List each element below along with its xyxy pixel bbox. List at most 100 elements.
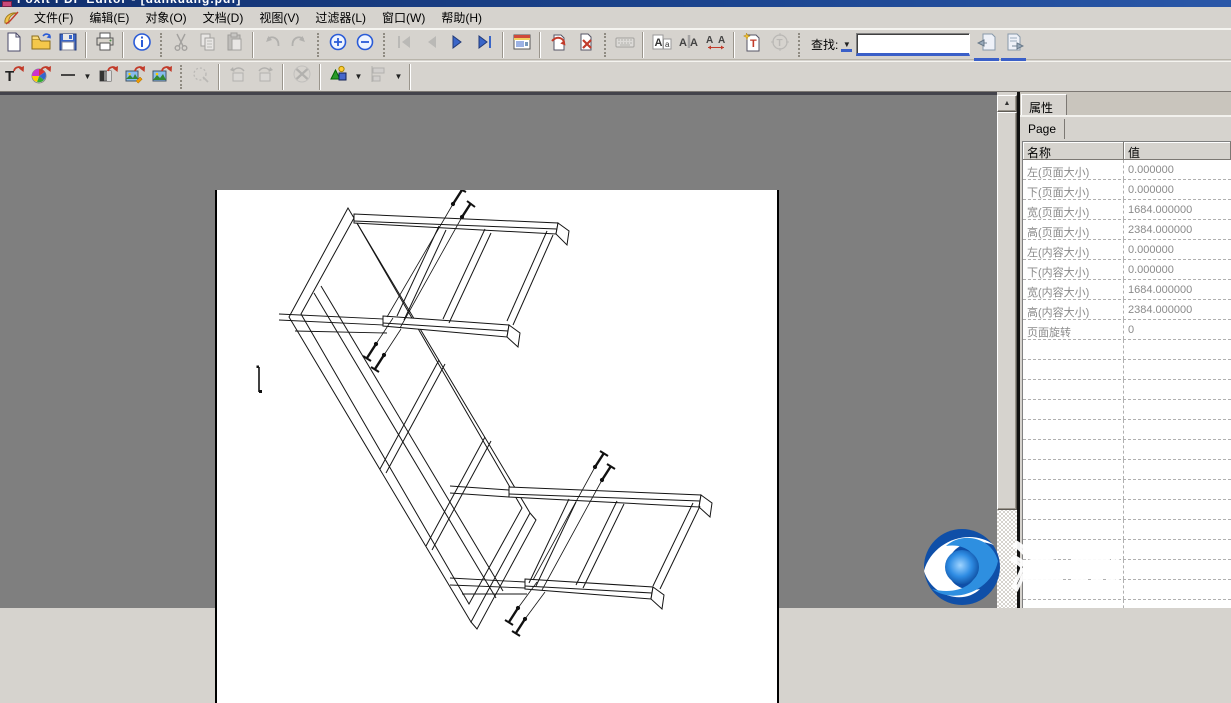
- document-window-icon: [3, 10, 21, 26]
- empty-cell: [1124, 360, 1231, 379]
- find-input[interactable]: [856, 33, 970, 56]
- rotate-left-icon: [228, 64, 248, 89]
- property-row[interactable]: 高(页面大小)2384.000000: [1023, 220, 1231, 240]
- edit-shading-icon: [98, 64, 118, 89]
- find-next-button[interactable]: [1000, 32, 1027, 58]
- page-layout-button[interactable]: [508, 32, 535, 58]
- empty-row: [1023, 480, 1231, 500]
- property-row[interactable]: 宽(内容大小)1684.000000: [1023, 280, 1231, 300]
- font-size-button[interactable]: Aa: [648, 32, 675, 58]
- scrollbar-thumb[interactable]: [997, 112, 1017, 510]
- previous-page-button: [417, 32, 444, 58]
- property-row[interactable]: 页面旋转0: [1023, 320, 1231, 340]
- add-text-icon: T: [743, 32, 763, 57]
- line-style-button[interactable]: [54, 64, 81, 90]
- last-page-button[interactable]: [471, 32, 498, 58]
- property-value[interactable]: 1684.000000: [1124, 200, 1231, 219]
- document-info-button[interactable]: [128, 32, 155, 58]
- property-row[interactable]: 宽(页面大小)1684.000000: [1023, 200, 1231, 220]
- toolbar-drag-handle[interactable]: [160, 33, 162, 57]
- property-row[interactable]: 下(页面大小)0.000000: [1023, 180, 1231, 200]
- rotate-left-button: [224, 64, 251, 90]
- menu-item-7[interactable]: 帮助(H): [433, 8, 490, 28]
- insert-object-button[interactable]: [325, 64, 352, 90]
- property-value[interactable]: 0.000000: [1124, 240, 1231, 259]
- redo-icon: [289, 32, 309, 57]
- delete-page-button[interactable]: [572, 32, 599, 58]
- font-kerning-button[interactable]: AA: [675, 32, 702, 58]
- zoom-in-button[interactable]: [324, 32, 351, 58]
- menu-item-2[interactable]: 对象(O): [137, 8, 194, 28]
- pdf-page[interactable]: [215, 190, 779, 703]
- edit-image-button[interactable]: [121, 64, 148, 90]
- edit-color-button[interactable]: [27, 64, 54, 90]
- edit-shading-button[interactable]: [94, 64, 121, 90]
- toolbar-drag-handle[interactable]: [383, 33, 385, 57]
- line-style-dropdown[interactable]: ▼: [81, 72, 94, 81]
- property-value[interactable]: 0.000000: [1124, 180, 1231, 199]
- empty-cell: [1023, 420, 1124, 439]
- empty-cell: [1124, 420, 1231, 439]
- empty-cell: [1023, 340, 1124, 359]
- add-text-button[interactable]: T: [739, 32, 766, 58]
- menu-item-6[interactable]: 窗口(W): [374, 8, 433, 28]
- property-row[interactable]: 下(内容大小)0.000000: [1023, 260, 1231, 280]
- toolbar-drag-handle[interactable]: [180, 65, 182, 89]
- menu-item-1[interactable]: 编辑(E): [81, 8, 137, 28]
- svg-text:T: T: [750, 38, 757, 50]
- find-previous-button[interactable]: [973, 32, 1000, 58]
- circle-text-icon: T: [770, 32, 790, 57]
- new-document-button[interactable]: [0, 32, 27, 58]
- insert-page-button[interactable]: [545, 32, 572, 58]
- menu-item-5[interactable]: 过滤器(L): [307, 8, 374, 28]
- toolbar-drag-handle[interactable]: [317, 33, 319, 57]
- property-name: 高(内容大小): [1023, 300, 1124, 319]
- replace-image-button[interactable]: [148, 64, 175, 90]
- empty-cell: [1124, 480, 1231, 499]
- insert-object-dropdown[interactable]: ▼: [352, 72, 365, 81]
- open-file-button[interactable]: [27, 32, 54, 58]
- toolbar-separator: [85, 32, 87, 58]
- property-value[interactable]: 2384.000000: [1124, 220, 1231, 239]
- property-value[interactable]: 2384.000000: [1124, 300, 1231, 319]
- zoom-out-button[interactable]: [351, 32, 378, 58]
- property-value[interactable]: 0: [1124, 320, 1231, 339]
- property-row[interactable]: 左(页面大小)0.000000: [1023, 160, 1231, 180]
- empty-row: [1023, 540, 1231, 560]
- save-file-button[interactable]: [54, 32, 81, 58]
- column-header-name[interactable]: 名称: [1023, 142, 1124, 160]
- tab-page[interactable]: Page: [1021, 119, 1065, 139]
- edit-text-icon: T: [4, 64, 24, 89]
- next-page-icon: [448, 32, 468, 57]
- print-button[interactable]: [91, 32, 118, 58]
- font-spacing-button[interactable]: AA: [702, 32, 729, 58]
- align-objects-dropdown[interactable]: ▼: [392, 72, 405, 81]
- toolbar-drag-handle[interactable]: [604, 33, 606, 57]
- edit-text-object-button[interactable]: T: [0, 64, 27, 90]
- properties-title-tab[interactable]: 属性: [1021, 94, 1067, 117]
- empty-cell: [1023, 580, 1124, 599]
- next-page-button[interactable]: [444, 32, 471, 58]
- property-row[interactable]: 左(内容大小)0.000000: [1023, 240, 1231, 260]
- menu-item-3[interactable]: 文档(D): [195, 8, 252, 28]
- vertical-scrollbar[interactable]: ▲: [997, 95, 1017, 608]
- property-value[interactable]: 0.000000: [1124, 160, 1231, 179]
- redo-button: [285, 32, 312, 58]
- toolbar-object-tools: T ▼ ▼ ▼: [0, 61, 1231, 92]
- first-page-icon: [394, 32, 414, 57]
- property-value[interactable]: 0.000000: [1124, 260, 1231, 279]
- column-header-value[interactable]: 值: [1124, 142, 1231, 160]
- property-value[interactable]: 1684.000000: [1124, 280, 1231, 299]
- print-icon: [95, 32, 115, 57]
- menu-item-0[interactable]: 文件(F): [26, 8, 81, 28]
- property-row[interactable]: 高(内容大小)2384.000000: [1023, 300, 1231, 320]
- undo-button: [258, 32, 285, 58]
- find-next-icon: [1004, 32, 1024, 57]
- delete-object-icon: [292, 64, 312, 89]
- select-object-icon: [191, 64, 211, 89]
- menu-item-4[interactable]: 视图(V): [251, 8, 307, 28]
- scroll-up-button[interactable]: ▲: [997, 95, 1017, 112]
- document-canvas[interactable]: [0, 92, 997, 608]
- toolbar-drag-handle[interactable]: [798, 33, 800, 57]
- find-options-dropdown[interactable]: ▼: [840, 40, 853, 49]
